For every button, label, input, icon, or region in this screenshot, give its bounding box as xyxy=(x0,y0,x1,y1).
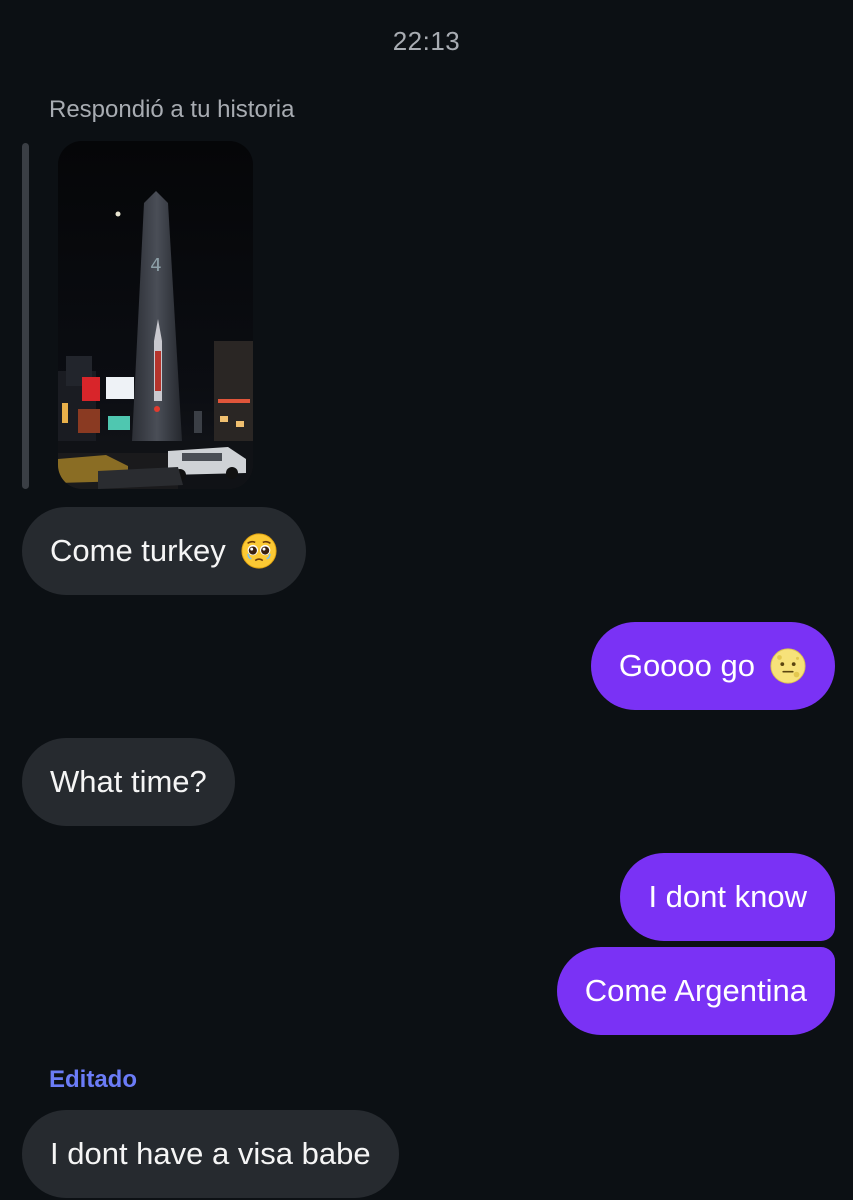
svg-text:4: 4 xyxy=(150,255,161,276)
moon-face-icon xyxy=(769,647,807,685)
message-timestamp: 22:13 xyxy=(392,26,461,56)
reply-quote-bar xyxy=(22,143,29,489)
message-text: Come turkey xyxy=(50,533,226,568)
message-text: Goooo go xyxy=(618,648,755,683)
message-bubble-incoming[interactable]: What time? xyxy=(22,738,235,826)
story-thumbnail[interactable]: 4 xyxy=(58,141,253,489)
message-text: What time? xyxy=(50,764,207,799)
message-text: I dont have a visa babe xyxy=(50,1136,371,1171)
message-bubble-incoming[interactable]: Come turkey xyxy=(22,507,306,595)
pleading-face-icon xyxy=(240,532,278,570)
message-text: I dont know xyxy=(648,879,807,914)
story-reply-label: Respondió a tu historia xyxy=(49,96,295,123)
message-bubble-outgoing[interactable]: Come Argentina xyxy=(556,947,835,1035)
message-bubble-incoming[interactable]: I dont have a visa babe xyxy=(22,1110,399,1198)
message-bubble-outgoing[interactable]: I dont know xyxy=(620,853,835,941)
edited-label: Editado xyxy=(49,1066,137,1093)
message-bubble-outgoing[interactable]: Goooo go xyxy=(590,622,835,710)
story-image: 4 xyxy=(58,141,253,489)
message-text: Come Argentina xyxy=(584,973,807,1008)
